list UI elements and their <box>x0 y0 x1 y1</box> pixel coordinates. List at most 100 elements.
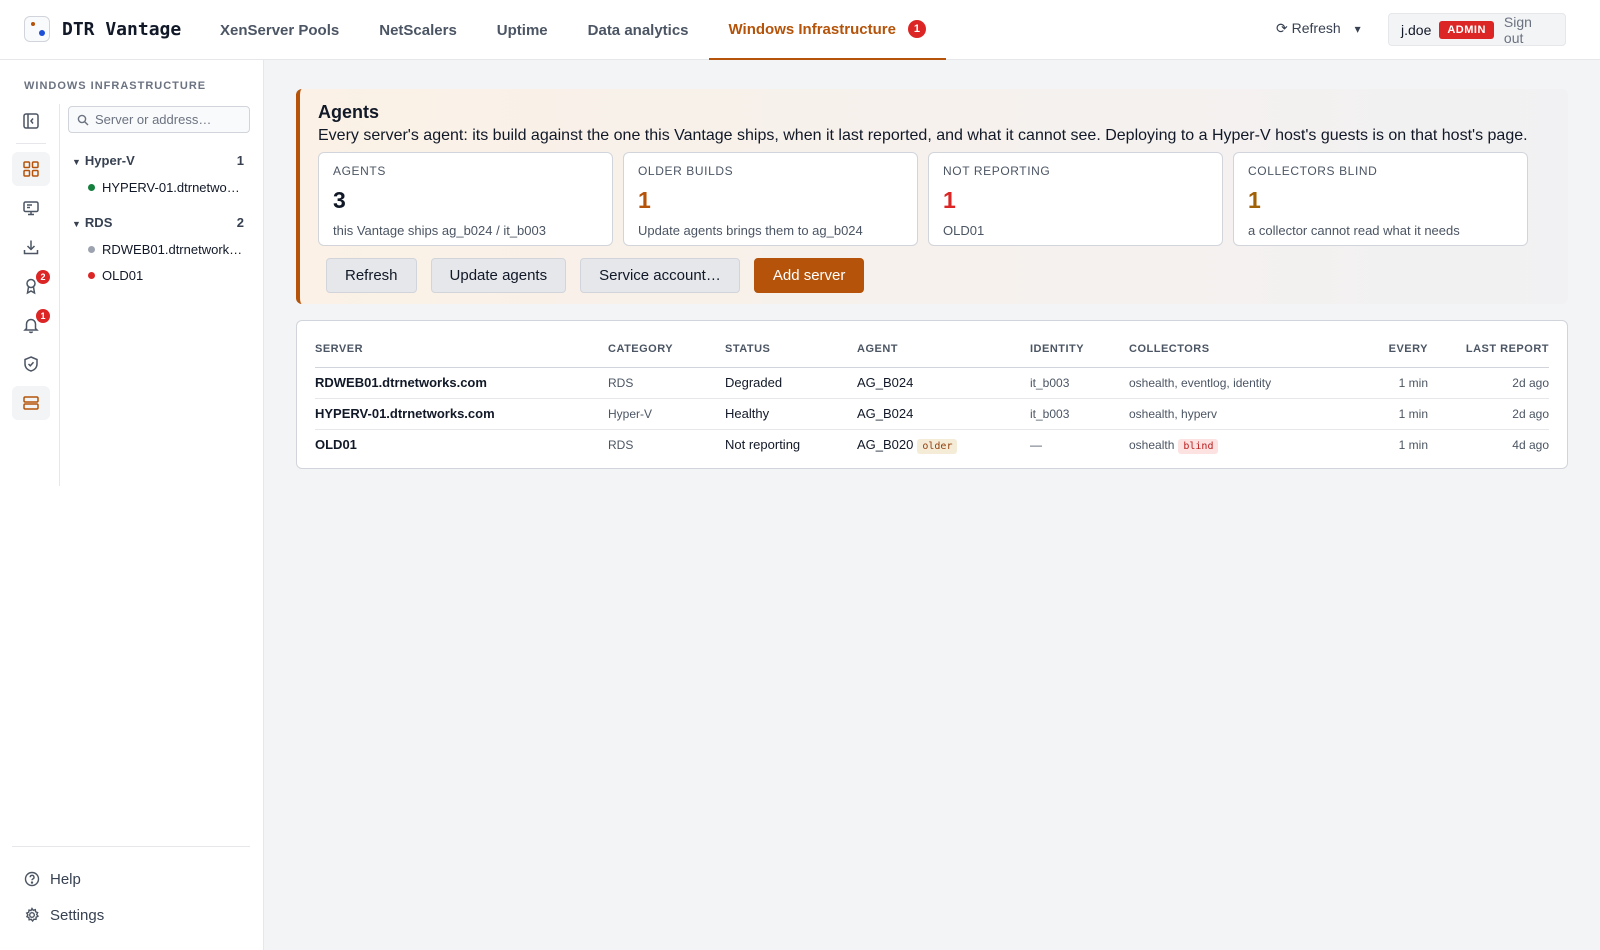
stat-label: AGENTS <box>333 164 386 178</box>
settings-link[interactable]: Settings <box>12 897 250 933</box>
collapse-sidebar-button[interactable] <box>12 104 50 138</box>
tab-data-analytics[interactable]: Data analytics <box>568 0 709 60</box>
cell-every: 1 min <box>1351 367 1428 399</box>
monitor-icon <box>23 201 39 216</box>
cell-every: 1 min <box>1351 398 1428 430</box>
status-dot-icon <box>88 245 95 253</box>
brand-name: DTR Vantage <box>62 18 182 40</box>
chevron-down-icon[interactable]: ▾ <box>1355 22 1361 36</box>
alerts-count-badge: 1 <box>36 309 50 323</box>
update-agents-button[interactable]: Update agents <box>430 258 567 293</box>
table-row[interactable]: HYPERV-01.dtrnetworks.com Hyper-V Health… <box>315 398 1549 430</box>
tree-group-label: ▼ Hyper-V <box>72 153 135 168</box>
tree-item-old01[interactable]: OLD01 <box>72 262 244 288</box>
cell-collectors: oshealth, eventlog, identity <box>1129 367 1351 399</box>
download-button[interactable] <box>12 230 50 264</box>
main-nav: XenServer Pools NetScalers Uptime Data a… <box>200 0 946 60</box>
role-badge: ADMIN <box>1439 20 1494 39</box>
table-row[interactable]: OLD01 RDS Not reporting AG_B020 older — o… <box>315 429 1549 460</box>
sign-out-link[interactable]: Sign out <box>1504 14 1553 46</box>
group-name: Hyper-V <box>84 152 135 168</box>
console-button[interactable] <box>12 191 50 225</box>
sidebar: WINDOWS INFRASTRUCTURE 2 1 Server or add… <box>0 60 264 950</box>
refresh-button[interactable]: ⟳ Refresh <box>1276 20 1341 37</box>
service-account-button[interactable]: Service account… <box>580 258 740 293</box>
col-collectors[interactable]: COLLECTORS <box>1129 331 1351 368</box>
tree-item-hyperv-01[interactable]: HYPERV-01.dtrnetworks.com <box>72 174 244 200</box>
search-input[interactable] <box>95 112 245 127</box>
stat-agents: AGENTS 3 this Vantage ships ag_b024 / it… <box>318 152 613 246</box>
tree-item-label: HYPERV-01.dtrnetworks.com <box>102 179 244 195</box>
stat-sub: Update agents brings them to ag_b024 <box>638 223 863 238</box>
servers-button[interactable] <box>12 386 50 420</box>
table-row[interactable]: RDWEB01.dtrnetworks.com RDS Degraded AG_… <box>315 367 1549 399</box>
blind-tag: blind <box>1178 438 1219 454</box>
group-name: RDS <box>84 214 113 230</box>
col-last-report[interactable]: LAST REPORT <box>1428 331 1549 368</box>
tree-item-label: OLD01 <box>102 267 144 283</box>
security-button[interactable] <box>12 347 50 381</box>
cell-server[interactable]: OLD01 <box>315 429 608 460</box>
col-category[interactable]: CATEGORY <box>608 331 725 368</box>
stat-value: 1 <box>638 187 651 213</box>
dashboard-button[interactable] <box>12 152 50 186</box>
group-count: 2 <box>236 214 244 230</box>
col-identity[interactable]: IDENTITY <box>1030 331 1129 368</box>
table-header-row: SERVER CATEGORY STATUS AGENT IDENTITY CO… <box>315 331 1549 368</box>
rail-divider <box>16 143 46 144</box>
alerts-button[interactable]: 1 <box>12 308 50 342</box>
tab-netscalers[interactable]: NetScalers <box>359 0 477 60</box>
stat-label: COLLECTORS BLIND <box>1248 164 1378 178</box>
add-server-button[interactable]: Add server <box>753 258 865 293</box>
col-agent[interactable]: AGENT <box>857 331 1030 368</box>
cell-server[interactable]: RDWEB01.dtrnetworks.com <box>315 367 608 399</box>
tab-uptime[interactable]: Uptime <box>477 0 568 60</box>
tab-windows-infrastructure[interactable]: Windows Infrastructure 1 <box>708 0 946 60</box>
cell-status: Not reporting <box>725 437 801 453</box>
help-link[interactable]: Help <box>12 861 250 897</box>
rail-border <box>59 104 60 486</box>
tab-xenserver-pools[interactable]: XenServer Pools <box>200 0 359 60</box>
tab-label: Windows Infrastructure <box>728 20 896 38</box>
caret-down-icon: ▼ <box>72 156 81 167</box>
col-status[interactable]: STATUS <box>725 331 857 368</box>
agent-actions: Refresh Update agents Service account… A… <box>326 258 878 293</box>
tree-group-label: ▼ RDS <box>72 215 112 230</box>
older-tag: older <box>917 439 958 455</box>
icon-rail: 2 1 <box>12 104 52 425</box>
cell-category: RDS <box>608 437 634 452</box>
cell-agent: AG_B024 <box>857 367 1030 399</box>
cell-every: 1 min <box>1398 437 1428 452</box>
col-every[interactable]: EVERY <box>1351 331 1428 368</box>
collapse-sidebar-icon <box>23 113 39 129</box>
awards-button[interactable]: 2 <box>12 269 50 303</box>
user-box: j.doe ADMIN Sign out <box>1388 13 1566 46</box>
help-label: Help <box>50 870 81 888</box>
col-server[interactable]: SERVER <box>315 331 608 368</box>
tree-item-rdweb01[interactable]: RDWEB01.dtrnetworks.com <box>72 236 244 262</box>
refresh-control: ⟳ Refresh ▾ <box>1276 20 1361 37</box>
cell-collectors: oshealth blind <box>1129 429 1351 460</box>
sidebar-title: WINDOWS INFRASTRUCTURE <box>24 80 207 92</box>
brand[interactable]: DTR Vantage <box>24 16 181 42</box>
stat-label: NOT REPORTING <box>943 164 1051 178</box>
cell-identity: it_b003 <box>1030 367 1129 399</box>
cell-server[interactable]: HYPERV-01.dtrnetworks.com <box>315 398 608 430</box>
refresh-agents-button[interactable]: Refresh <box>326 258 417 293</box>
group-count: 1 <box>236 152 244 168</box>
top-bar: DTR Vantage XenServer Pools NetScalers U… <box>0 0 1600 60</box>
stat-sub: a collector cannot read what it needs <box>1248 223 1460 238</box>
awards-count-badge: 2 <box>36 270 50 284</box>
cell-category: Hyper-V <box>608 398 725 430</box>
tab-count-badge: 1 <box>907 20 926 38</box>
tree-group-hyperv[interactable]: ▼ Hyper-V 1 <box>72 150 244 170</box>
servers-table: SERVER CATEGORY STATUS AGENT IDENTITY CO… <box>315 331 1549 460</box>
stat-sub: this Vantage ships ag_b024 / it_b003 <box>333 223 546 238</box>
cell-last-report: 2d ago <box>1428 367 1549 399</box>
shield-check-icon <box>24 356 38 372</box>
caret-down-icon: ▼ <box>72 218 81 229</box>
agents-title: Agents <box>318 102 380 122</box>
tree-group-rds[interactable]: ▼ RDS 2 <box>72 212 244 232</box>
tree-item-label: RDWEB01.dtrnetworks.com <box>102 241 244 257</box>
agent-build: AG_B020 <box>857 437 914 453</box>
